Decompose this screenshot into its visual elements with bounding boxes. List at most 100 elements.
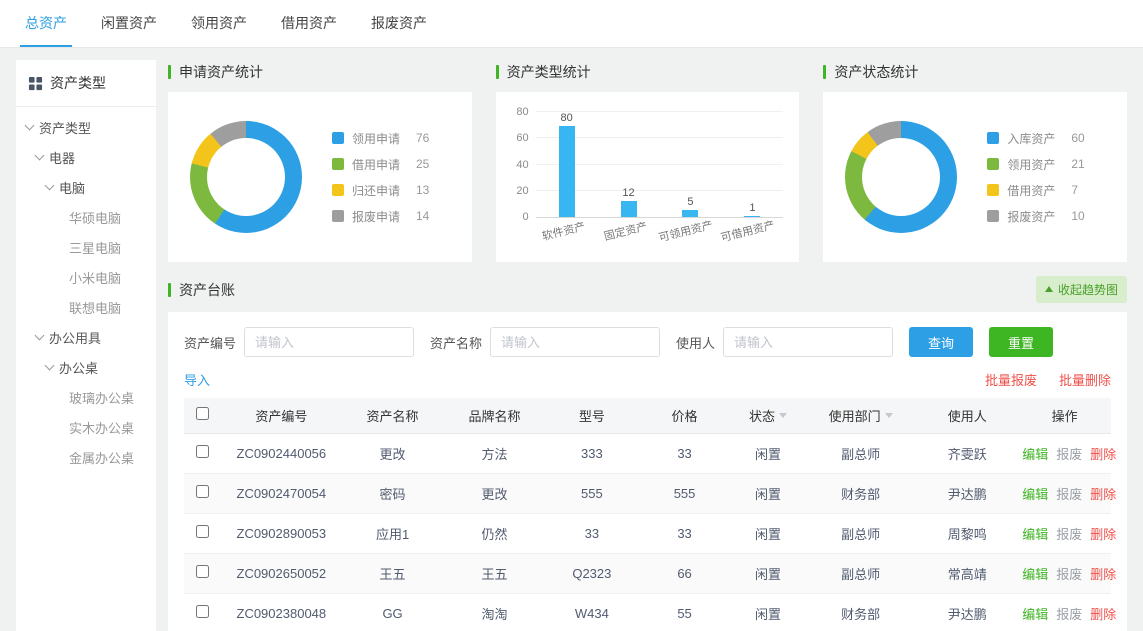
tree-item-0[interactable]: 资产类型 — [16, 112, 156, 142]
reset-button[interactable]: 重置 — [989, 327, 1053, 357]
table-cell: ZC0902380048 — [221, 593, 342, 631]
legend-item[interactable]: 入库资产60 — [987, 130, 1084, 147]
delete-link[interactable]: 删除 — [1090, 447, 1116, 462]
asset-code-input[interactable] — [244, 327, 414, 357]
column-header: 价格 — [638, 398, 731, 433]
tree-item-11[interactable]: 金属办公桌 — [16, 442, 156, 472]
row-checkbox[interactable] — [196, 445, 209, 458]
donut-ring[interactable] — [190, 121, 302, 233]
bar-category-label: 可借用资产 — [719, 217, 776, 246]
asset-name-input[interactable] — [490, 327, 660, 357]
legend-swatch-icon — [987, 158, 999, 170]
import-link[interactable]: 导入 — [184, 370, 210, 389]
legend-item[interactable]: 领用资产21 — [987, 156, 1084, 173]
column-header-label: 品牌名称 — [469, 409, 521, 424]
tab-idle-assets[interactable]: 闲置资产 — [96, 0, 162, 47]
table-cell: 齐雯跃 — [916, 433, 1018, 473]
chart-panel-asset-status-stats: 资产状态统计入库资产60领用资产21借用资产7报废资产10 — [823, 60, 1127, 262]
tree-item-4[interactable]: 三星电脑 — [16, 232, 156, 262]
table-header-row: 资产编号资产名称品牌名称型号价格状态使用部门使用人操作 — [184, 398, 1111, 433]
bar-category-label: 固定资产 — [602, 218, 649, 244]
scrap-link[interactable]: 报废 — [1056, 487, 1082, 502]
donut-chart: 入库资产60 领用资产21 借用资产7 报废资产10 — [823, 92, 1127, 262]
legend-item[interactable]: 借用资产7 — [987, 182, 1084, 199]
tree-item-label: 华硕电脑 — [69, 208, 121, 227]
delete-link[interactable]: 删除 — [1090, 607, 1116, 622]
tree-item-3[interactable]: 华硕电脑 — [16, 202, 156, 232]
bar-value-label: 12 — [622, 187, 634, 199]
table-cell: 常高靖 — [916, 553, 1018, 593]
row-checkbox[interactable] — [196, 605, 209, 618]
table-cell: 闲置 — [731, 513, 805, 553]
legend-value: 25 — [416, 157, 429, 171]
legend-item[interactable]: 报废资产10 — [987, 208, 1084, 225]
legend-item[interactable]: 报废申请14 — [332, 208, 429, 225]
donut-chart: 领用申请76 借用申请25 归还申请13 报废申请14 — [168, 92, 472, 262]
row-checkbox[interactable] — [196, 525, 209, 538]
chart-legend: 领用申请76 借用申请25 归还申请13 报废申请14 — [332, 130, 429, 225]
legend-item[interactable]: 归还申请13 — [332, 182, 429, 199]
tree-item-8[interactable]: 办公桌 — [16, 352, 156, 382]
table-cell: 闲置 — [731, 433, 805, 473]
sidebar-header-label: 资产类型 — [50, 73, 106, 93]
tree-item-label: 小米电脑 — [69, 268, 121, 287]
collapse-trend-button[interactable]: 收起趋势图 — [1036, 276, 1127, 303]
query-button[interactable]: 查询 — [909, 327, 973, 357]
tab-receive-assets[interactable]: 领用资产 — [186, 0, 252, 47]
donut-ring[interactable] — [845, 121, 957, 233]
legend-item[interactable]: 领用申请76 — [332, 130, 429, 147]
ledger-panel: 资产编号资产名称使用人 查询 重置 导入 批量报废 批量删除 资产编号资产名称品… — [168, 312, 1127, 631]
select-all-cell — [184, 398, 221, 433]
table-cell: 方法 — [444, 433, 546, 473]
scrap-link[interactable]: 报废 — [1056, 447, 1082, 462]
scrap-link[interactable]: 报废 — [1056, 567, 1082, 582]
row-checkbox[interactable] — [196, 485, 209, 498]
filter-icon[interactable] — [885, 413, 893, 422]
scrap-link[interactable]: 报废 — [1056, 607, 1082, 622]
edit-link[interactable]: 编辑 — [1022, 607, 1048, 622]
chart-box: 入库资产60 领用资产21 借用资产7 报废资产10 — [823, 92, 1127, 262]
table-cell: 更改 — [444, 473, 546, 513]
tree-item-10[interactable]: 实木办公桌 — [16, 412, 156, 442]
edit-link[interactable]: 编辑 — [1022, 567, 1048, 582]
bar[interactable] — [559, 126, 575, 217]
bar-category-label: 软件资产 — [540, 218, 587, 244]
tab-borrow-assets[interactable]: 借用资产 — [276, 0, 342, 47]
delete-link[interactable]: 删除 — [1090, 487, 1116, 502]
batch-scrap-link[interactable]: 批量报废 — [985, 370, 1037, 389]
bar[interactable] — [744, 216, 760, 217]
table-cell: 尹达鹏 — [916, 473, 1018, 513]
edit-link[interactable]: 编辑 — [1022, 527, 1048, 542]
column-header: 使用部门 — [805, 398, 916, 433]
tab-total-assets[interactable]: 总资产 — [20, 0, 72, 47]
tree-item-7[interactable]: 办公用具 — [16, 322, 156, 352]
select-all-checkbox[interactable] — [196, 407, 209, 420]
edit-link[interactable]: 编辑 — [1022, 487, 1048, 502]
tree-item-2[interactable]: 电脑 — [16, 172, 156, 202]
batch-delete-link[interactable]: 批量删除 — [1059, 370, 1111, 389]
table-row: ZC0902470054密码更改555555闲置财务部尹达鹏编辑报废删除 — [184, 473, 1111, 513]
bar[interactable] — [682, 210, 698, 217]
tab-scrap-assets[interactable]: 报废资产 — [366, 0, 432, 47]
tree-item-5[interactable]: 小米电脑 — [16, 262, 156, 292]
tree-item-6[interactable]: 联想电脑 — [16, 292, 156, 322]
tree-item-9[interactable]: 玻璃办公桌 — [16, 382, 156, 412]
legend-label: 归还申请 — [352, 182, 406, 199]
tree-item-1[interactable]: 电器 — [16, 142, 156, 172]
edit-link[interactable]: 编辑 — [1022, 447, 1048, 462]
main-content: 申请资产统计领用申请76借用申请25归还申请13报废申请14资产类型统计0204… — [168, 60, 1127, 631]
donut-hole — [207, 138, 285, 216]
chart-box: 领用申请76 借用申请25 归还申请13 报废申请14 — [168, 92, 472, 262]
bar[interactable] — [621, 201, 637, 217]
actions-cell: 编辑报废删除 — [1018, 553, 1111, 593]
legend-item[interactable]: 借用申请25 — [332, 156, 429, 173]
row-checkbox[interactable] — [196, 565, 209, 578]
asset-user-input[interactable] — [723, 327, 893, 357]
delete-link[interactable]: 删除 — [1090, 567, 1116, 582]
actions-cell: 编辑报废删除 — [1018, 433, 1111, 473]
filter-icon[interactable] — [779, 413, 787, 422]
delete-link[interactable]: 删除 — [1090, 527, 1116, 542]
legend-value: 60 — [1071, 131, 1084, 145]
scrap-link[interactable]: 报废 — [1056, 527, 1082, 542]
table-cell: 闲置 — [731, 553, 805, 593]
